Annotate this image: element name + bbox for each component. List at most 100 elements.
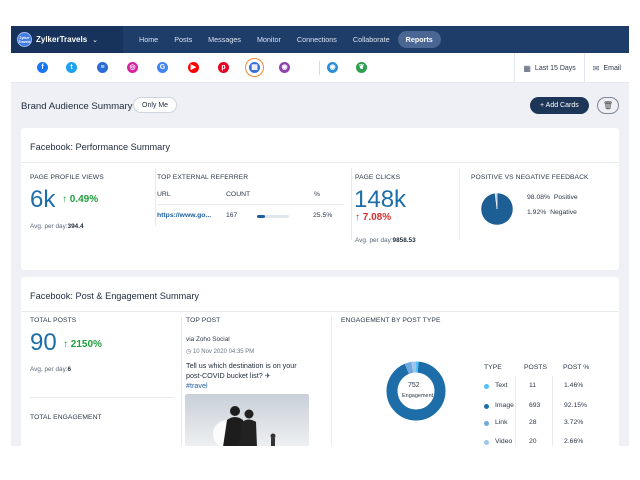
brand-switcher[interactable]: Zylker Travels ZylkerTravels ⌄ (11, 26, 123, 53)
nav-connections[interactable]: Connections (289, 31, 345, 48)
clock-icon: ◷ (186, 349, 193, 355)
feedback-pie-chart (480, 192, 514, 226)
type-image: Image (495, 402, 514, 409)
report-actions: ▦ Last 15 Days ✉ Email (514, 53, 629, 83)
trash-icon[interactable]: 🗑 (597, 97, 619, 114)
card-title: Facebook: Post & Engagement Summary (30, 291, 200, 301)
link-dot-icon (484, 421, 489, 426)
feedback-label: POSITIVE VS NEGATIVE FEEDBACK (471, 174, 589, 181)
visibility-button[interactable]: Only Me (133, 97, 178, 113)
zoho-icon[interactable]: ◉ (276, 59, 293, 76)
avg-value: 394.4 (67, 223, 84, 230)
document-icon[interactable]: ≡ (94, 59, 111, 76)
page-clicks-label: PAGE CLICKS (355, 174, 401, 181)
email-label: Email (603, 64, 621, 72)
post-date-text: 10 Nov 2020 04:35 PM (192, 349, 255, 355)
card-title: Facebook: Performance Summary (30, 142, 170, 152)
donut-segment-image (386, 361, 446, 421)
column-divider (459, 168, 460, 240)
feedback-negative: 1.92% Negative (527, 209, 577, 216)
nav-posts[interactable]: Posts (166, 31, 200, 48)
posts-text: 11 (529, 382, 537, 389)
table-divider (157, 204, 343, 205)
post-photo (185, 394, 309, 446)
avg-label: Avg. per day: (30, 223, 68, 230)
total-engagement-label: TOTAL ENGAGEMENT (30, 414, 102, 421)
app-window: Zylker Travels ZylkerTravels ⌄ Home Post… (11, 26, 629, 446)
avg-value: 6 (67, 366, 72, 373)
top-post-label: TOP POST (186, 317, 221, 324)
type-col-percent: POST % (563, 364, 590, 371)
column-divider (331, 317, 332, 446)
type-col-type: TYPE (484, 364, 502, 371)
total-posts-label: TOTAL POSTS (30, 317, 77, 324)
referrer-col-count: COUNT (226, 191, 251, 198)
eye-icon[interactable]: ◉ (324, 59, 341, 76)
add-cards-button[interactable]: + Add Cards (530, 97, 589, 114)
instagram-icon[interactable]: ◎ (124, 59, 141, 76)
leaf-icon[interactable]: ❦ (353, 59, 370, 76)
brand-logo: Zylker Travels (17, 32, 32, 47)
google-icon[interactable]: G (154, 59, 171, 76)
network-divider (319, 61, 320, 75)
nav-collaborate[interactable]: Collaborate (345, 31, 398, 48)
chevron-down-icon: ⌄ (92, 36, 99, 44)
engagement-donut-chart (386, 361, 446, 421)
nav-messages[interactable]: Messages (200, 31, 249, 48)
total-posts-avg: Avg. per day:6 (30, 366, 71, 373)
feedback-positive: 98.08% Positive (527, 194, 578, 201)
facebook-icon[interactable]: f (34, 59, 51, 76)
nav-links: Home Posts Messages Monitor Connections … (123, 26, 629, 53)
referrer-url[interactable]: https://www.go... (157, 212, 211, 219)
referrer-bar (257, 215, 289, 218)
profile-views-label: PAGE PROFILE VIEWS (30, 174, 104, 181)
page-header: Brand Audience Summary Only Me + Add Car… (11, 83, 629, 129)
profile-views-avg: Avg. per day:394.4 (30, 223, 84, 230)
dashboard-icon[interactable]: ▦ (245, 58, 264, 77)
engagement-type-label: ENGAGEMENT BY POST TYPE (341, 317, 441, 324)
column-divider (181, 317, 182, 446)
positive-label: Positive (553, 194, 578, 201)
post-date: ◷ 10 Nov 2020 04:35 PM (186, 348, 254, 355)
percent-link: 3.72% (564, 419, 584, 426)
positive-percent: 98.08% (527, 194, 551, 201)
percent-text: 1.46% (564, 382, 584, 389)
twitter-icon[interactable]: t (63, 59, 80, 76)
posts-link: 28 (529, 419, 537, 426)
table-divider (552, 376, 553, 446)
page-clicks-change: ↑ 7.08% (355, 212, 392, 223)
posts-video: 20 (529, 438, 537, 445)
date-range-label: Last 15 Days (534, 64, 576, 72)
page-clicks-avg: Avg. per day:9858.53 (355, 237, 416, 244)
pinterest-icon[interactable]: p (215, 59, 232, 76)
post-source: via Zoho Social (186, 336, 230, 343)
referrer-bar-fill (257, 215, 266, 218)
performance-card: Facebook: Performance Summary PAGE PROFI… (21, 128, 619, 270)
top-nav: Zylker Travels ZylkerTravels ⌄ Home Post… (11, 26, 629, 53)
nav-monitor[interactable]: Monitor (249, 31, 289, 48)
post-text: Tell us which destination is on your pos… (186, 361, 297, 380)
calendar-icon: ▦ (523, 63, 531, 73)
type-text: Text (495, 382, 508, 389)
referrer-col-percent: % (314, 191, 321, 198)
posts-image: 693 (529, 402, 541, 409)
engagement-card: Facebook: Post & Engagement Summary TOTA… (21, 277, 619, 446)
card-divider (21, 162, 619, 163)
profile-views-value: 6k (30, 186, 56, 213)
youtube-icon[interactable]: ▶ (185, 59, 202, 76)
negative-label: Negative (550, 209, 577, 216)
date-range-picker[interactable]: ▦ Last 15 Days (514, 53, 583, 83)
avg-value: 9858.53 (392, 237, 416, 244)
brand-name: ZylkerTravels (36, 35, 88, 44)
nav-home[interactable]: Home (131, 31, 166, 48)
post-hashtag[interactable]: #travel (186, 381, 208, 390)
total-posts-value: 90 (30, 329, 57, 356)
nav-reports[interactable]: Reports (397, 31, 441, 48)
text-dot-icon (484, 384, 489, 389)
table-divider (515, 376, 516, 446)
email-button[interactable]: ✉ Email (583, 53, 629, 83)
avg-label: Avg. per day: (30, 366, 68, 373)
post-image[interactable] (185, 394, 309, 446)
type-video: Video (495, 438, 513, 445)
referrer-percent: 25.5% (313, 212, 333, 219)
